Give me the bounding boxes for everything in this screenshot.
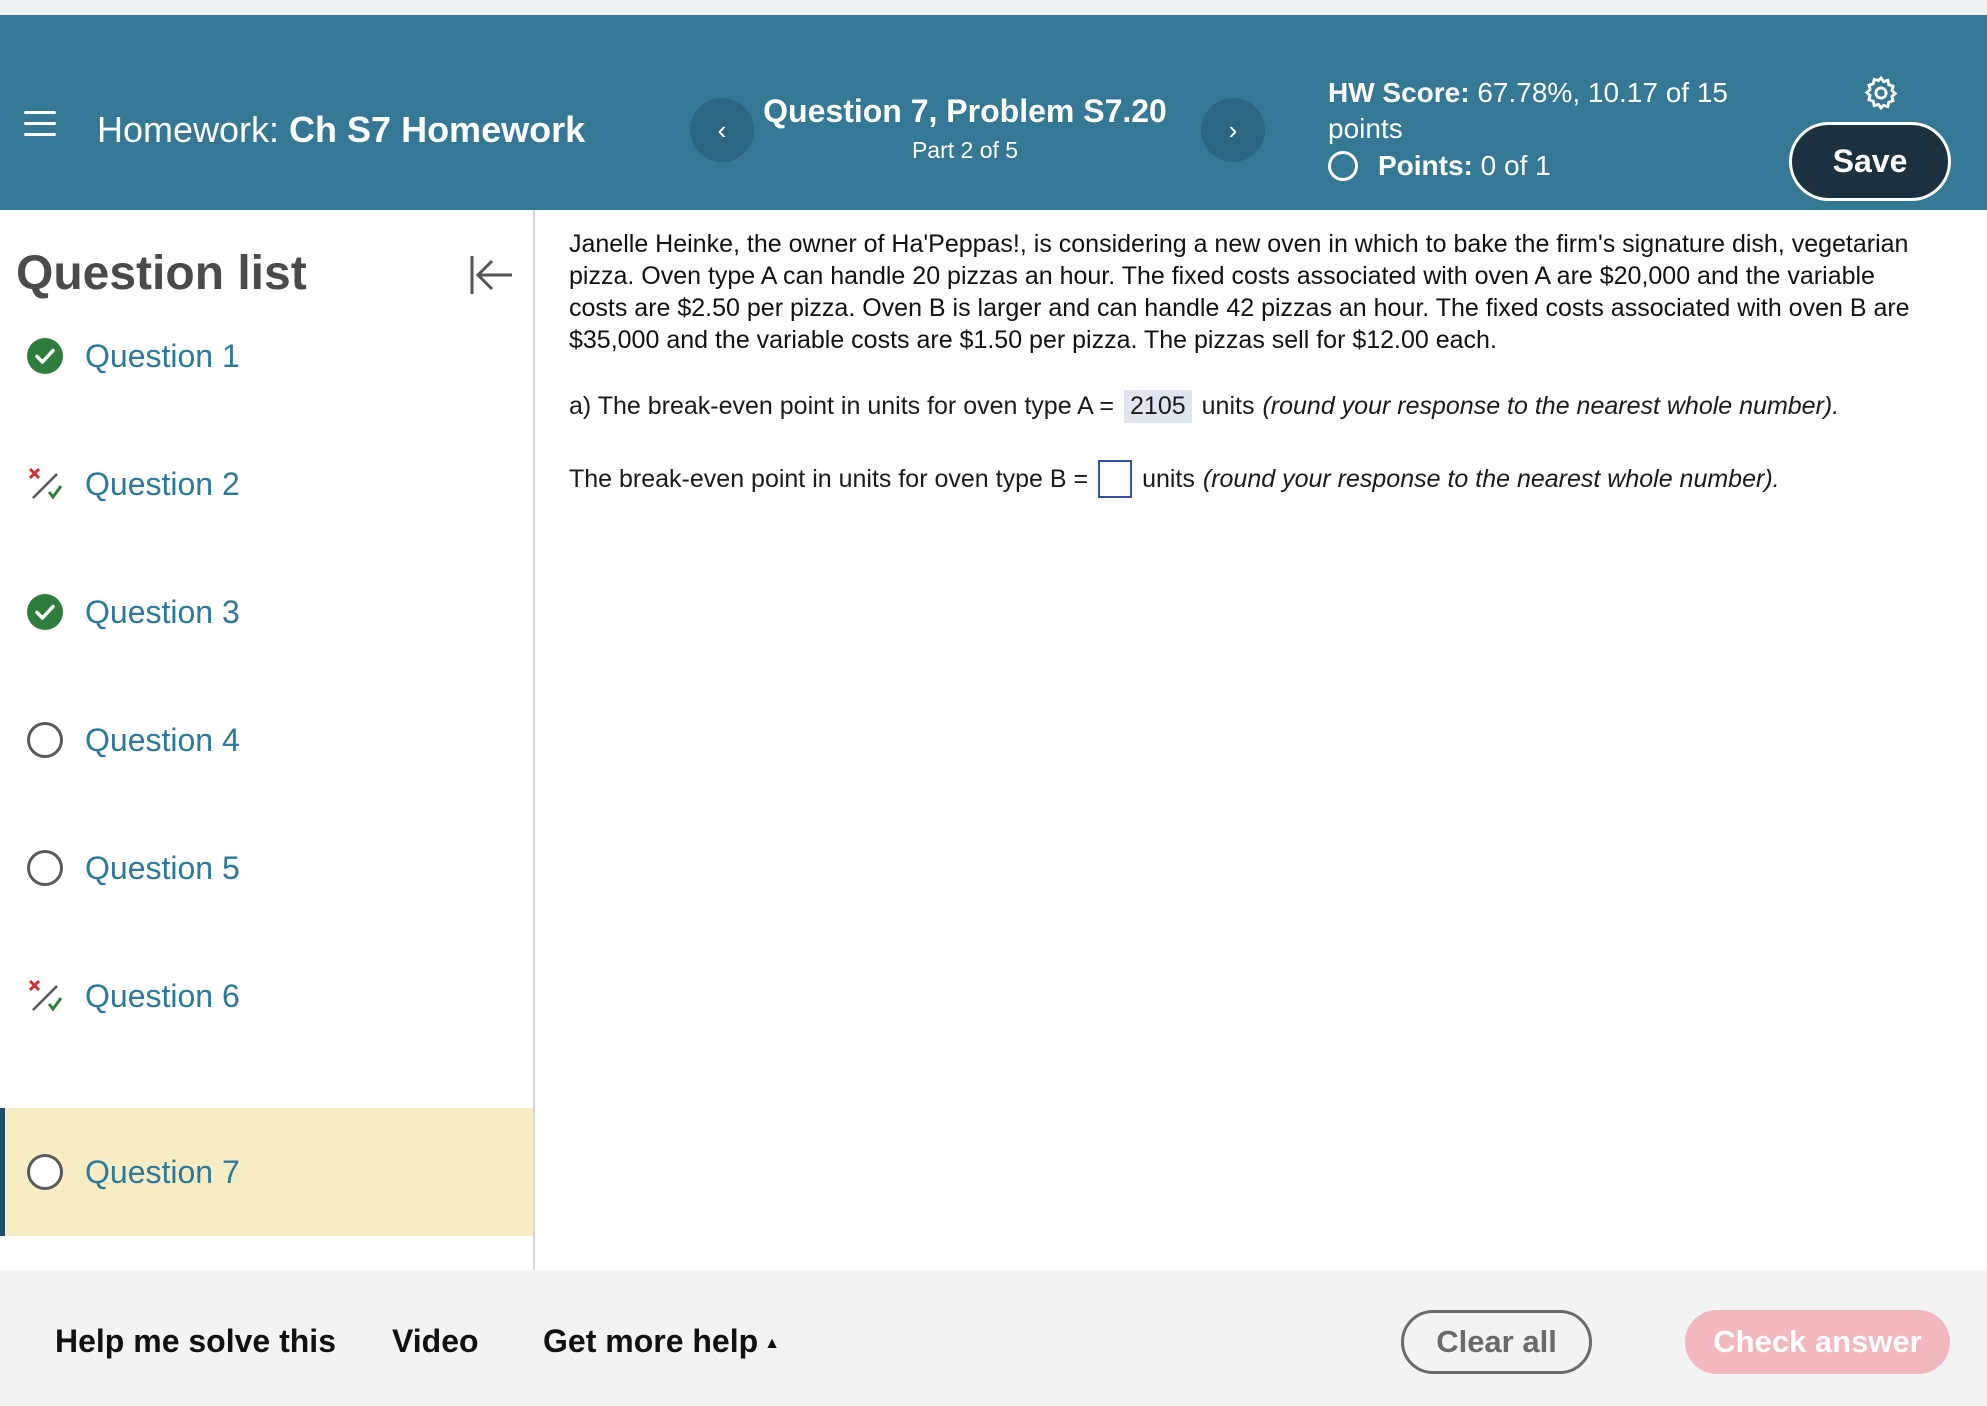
- question-label: Question 4: [85, 721, 240, 758]
- question-label: Question 3: [85, 593, 240, 630]
- chevron-left-icon: ‹: [717, 114, 727, 145]
- settings-gear-icon[interactable]: [1862, 74, 1900, 112]
- part-b-note: (round your response to the nearest whol…: [1202, 464, 1780, 493]
- question-part: Part 2 of 5: [911, 137, 1019, 163]
- part-b-units: units: [1142, 464, 1195, 493]
- points-status-circle-icon: [1328, 151, 1358, 181]
- part-a-answer: 2105: [1124, 390, 1192, 423]
- header-bar: Homework: Ch S7 Homework ‹ Question 7, Pr…: [0, 15, 1987, 210]
- clear-all-button[interactable]: Clear all: [1401, 1310, 1592, 1374]
- question-list-item-2[interactable]: Question 2: [0, 420, 533, 548]
- chevron-right-icon: ›: [1228, 114, 1238, 145]
- hamburger-menu-icon[interactable]: [24, 111, 56, 137]
- check-answer-button[interactable]: Check answer: [1685, 1310, 1950, 1374]
- hw-score-label: HW Score:: [1328, 77, 1470, 108]
- part-b-row: The break-even point in units for oven t…: [569, 460, 1780, 498]
- question-list-item-6[interactable]: Question 6: [0, 932, 533, 1060]
- question-label: Question 6: [85, 977, 240, 1014]
- correct-check-icon: [27, 594, 63, 630]
- part-a-prefix: a) The break-even point in units for ove…: [569, 392, 1115, 420]
- question-label: Question 2: [85, 465, 240, 502]
- hw-score: HW Score: 67.78%, 10.17 of 15 points: [1328, 75, 1748, 147]
- previous-question-button[interactable]: ‹: [690, 98, 754, 162]
- top-strip: [0, 0, 1987, 15]
- caret-up-icon: ▲: [764, 1334, 780, 1352]
- get-more-help-link[interactable]: Get more help ▲: [543, 1323, 780, 1360]
- homework-title: Homework: Ch S7 Homework: [97, 109, 585, 151]
- question-label: Question 1: [85, 337, 240, 374]
- footer-bar: Help me solve this Video Get more help ▲ …: [0, 1270, 1987, 1406]
- question-list-item-3[interactable]: Question 3: [0, 548, 533, 676]
- unanswered-circle-icon: [27, 722, 63, 758]
- next-question-button[interactable]: ›: [1201, 98, 1265, 162]
- question-list-item-4[interactable]: Question 4: [0, 676, 533, 804]
- partial-credit-icon: [27, 466, 63, 502]
- part-b-answer-input[interactable]: [1098, 460, 1133, 498]
- points-label: Points:: [1378, 150, 1473, 181]
- problem-text: Janelle Heinke, the owner of Ha'Peppas!,…: [569, 230, 1910, 354]
- points-value: 0 of 1: [1480, 150, 1551, 181]
- unanswered-circle-icon: [27, 1154, 63, 1190]
- question-label: Question 5: [85, 849, 240, 886]
- correct-check-icon: [27, 338, 63, 374]
- help-me-solve-link[interactable]: Help me solve this: [55, 1323, 336, 1360]
- homework-prefix: Homework:: [97, 109, 280, 150]
- part-a-note: (round your response to the nearest whol…: [1262, 392, 1840, 420]
- get-more-help-label: Get more help: [543, 1323, 759, 1359]
- question-list-item-5[interactable]: Question 5: [0, 804, 533, 932]
- video-link[interactable]: Video: [392, 1323, 479, 1360]
- part-b-prefix: The break-even point in units for oven t…: [569, 464, 1089, 493]
- save-button[interactable]: Save: [1789, 122, 1951, 201]
- question-list-item-7[interactable]: Question 7: [0, 1108, 533, 1236]
- partial-credit-icon: [27, 978, 63, 1014]
- part-a-units: units: [1201, 392, 1255, 420]
- problem-statement: Janelle Heinke, the owner of Ha'Peppas!,…: [569, 228, 1929, 384]
- points-status: Points: 0 of 1: [1328, 150, 1551, 182]
- part-a-row: a) The break-even point in units for ove…: [569, 390, 1839, 423]
- question-list-sidebar: Question list Question 1 Question 2 Ques…: [0, 210, 535, 1270]
- unanswered-circle-icon: [27, 850, 63, 886]
- question-title: Question 7, Problem S7.20: [763, 93, 1167, 129]
- question-label: Question 7: [85, 1153, 240, 1190]
- question-list-item-1[interactable]: Question 1: [0, 292, 533, 420]
- homework-name: Ch S7 Homework: [289, 109, 586, 150]
